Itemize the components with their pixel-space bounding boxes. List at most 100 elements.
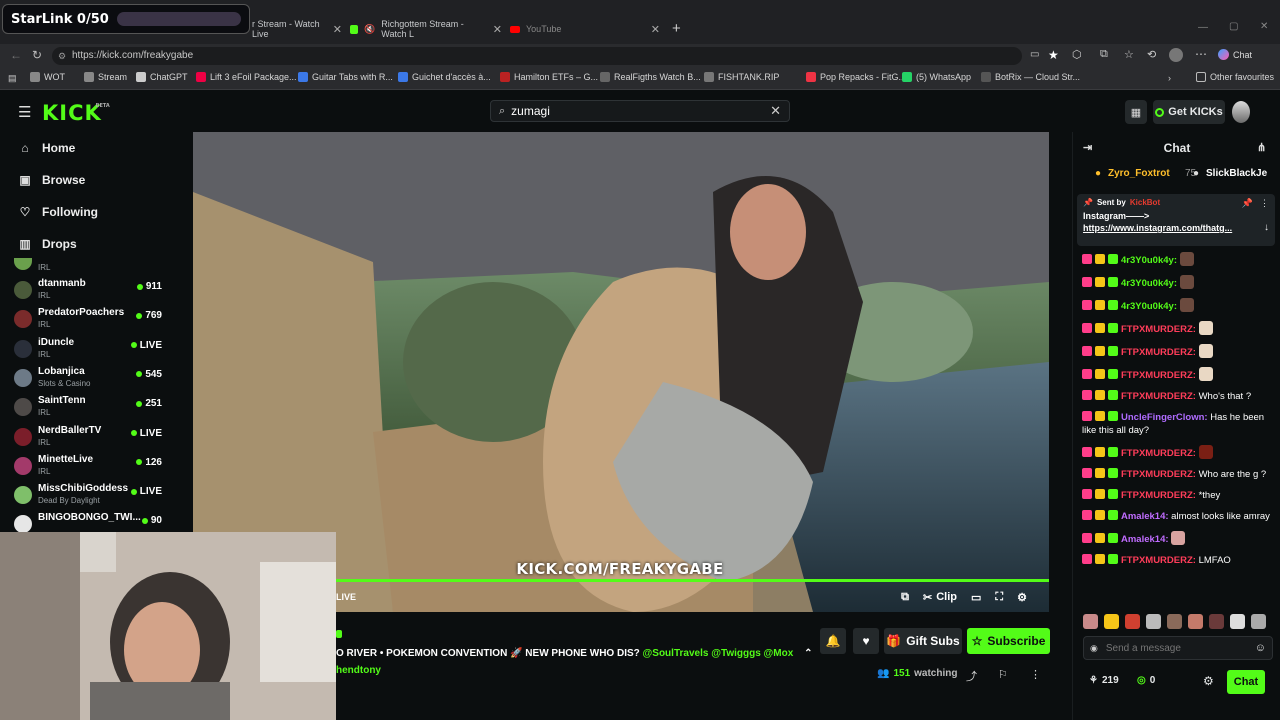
- favorites-icon[interactable]: ☆: [1124, 48, 1134, 61]
- gifter-name[interactable]: Zyro_Foxtrot: [1108, 168, 1170, 179]
- pip-icon[interactable]: ⧉: [901, 591, 909, 604]
- close-window-icon[interactable]: ✕: [1260, 21, 1268, 32]
- bookmark-item[interactable]: ChatGPT: [136, 72, 188, 82]
- chat-username[interactable]: UncleFingerClown:: [1121, 412, 1208, 423]
- chat-input-box[interactable]: ◉ ☺: [1083, 636, 1273, 660]
- quick-emote-icon[interactable]: [1188, 614, 1203, 629]
- chat-username[interactable]: 4r3Y0u0k4y:: [1121, 255, 1177, 266]
- pinned-link[interactable]: https://www.instagram.com/thatg...: [1083, 223, 1269, 233]
- favorite-star-icon[interactable]: ★: [1048, 48, 1059, 62]
- user-avatar[interactable]: [1232, 101, 1250, 123]
- bookmark-item[interactable]: (5) WhatsApp: [902, 72, 971, 82]
- new-tab-icon[interactable]: +: [672, 20, 681, 37]
- url-field[interactable]: ⚙ https://kick.com/freakygabe: [52, 47, 1022, 65]
- report-icon[interactable]: ⚐: [998, 668, 1008, 681]
- bookmark-item[interactable]: Pop Repacks - FitG...: [806, 72, 906, 82]
- chat-username[interactable]: FTPXMURDERZ:: [1121, 490, 1196, 501]
- quick-emote-icon[interactable]: [1251, 614, 1266, 629]
- site-info-icon[interactable]: ⚙: [58, 47, 66, 65]
- kicks-balance[interactable]: ◎ 0: [1137, 675, 1155, 686]
- chat-username[interactable]: FTPXMURDERZ:: [1121, 555, 1196, 566]
- chat-username[interactable]: FTPXMURDERZ:: [1121, 448, 1196, 459]
- sidebar-channel[interactable]: MinetteLive IRL 126: [14, 454, 164, 482]
- clear-search-icon[interactable]: ✕: [770, 103, 781, 119]
- gift-subs-button[interactable]: 🎁 Gift Subs: [884, 628, 962, 654]
- chat-username[interactable]: 4r3Y0u0k4y:: [1121, 278, 1177, 289]
- extensions-icon[interactable]: ⬡: [1072, 48, 1082, 61]
- profile-avatar[interactable]: [1169, 48, 1183, 62]
- menu-icon[interactable]: ☰: [18, 103, 31, 121]
- notifications-button[interactable]: 🔔: [820, 628, 846, 654]
- split-screen-icon[interactable]: ⧉: [1100, 48, 1108, 61]
- bookmark-item[interactable]: Hamilton ETFs – G...: [500, 72, 598, 82]
- chat-input[interactable]: [1105, 642, 1247, 654]
- kick-logo[interactable]: KICK BETA: [42, 101, 110, 125]
- expand-pinned-icon[interactable]: ↓: [1264, 222, 1269, 233]
- muted-icon[interactable]: 🔇: [364, 24, 375, 35]
- chat-users-icon[interactable]: ⋔: [1257, 141, 1266, 154]
- nav-home[interactable]: ⌂ Home: [18, 141, 75, 155]
- quick-emote-icon[interactable]: [1209, 614, 1224, 629]
- history-icon[interactable]: ⟲: [1147, 48, 1156, 61]
- more-options-icon[interactable]: ⋮: [1030, 668, 1041, 681]
- bookmark-item[interactable]: Guitar Tabs with R...: [298, 72, 393, 82]
- chat-settings-icon[interactable]: ⚙: [1203, 674, 1214, 688]
- pinned-sender-name[interactable]: KickBot: [1130, 198, 1160, 207]
- emote-picker-icon[interactable]: ◉: [1090, 643, 1098, 654]
- chat-username[interactable]: Amalek14:: [1121, 511, 1169, 522]
- chat-username[interactable]: FTPXMURDERZ:: [1121, 324, 1196, 335]
- dashboard-icon[interactable]: ▦: [1125, 100, 1147, 124]
- maximize-icon[interactable]: ▢: [1229, 21, 1238, 32]
- collapse-chat-icon[interactable]: ⇥: [1083, 141, 1092, 154]
- quick-emote-icon[interactable]: [1083, 614, 1098, 629]
- pinned-menu-icon[interactable]: ⋮: [1260, 198, 1269, 209]
- quick-emote-icon[interactable]: [1104, 614, 1119, 629]
- quick-emote-icon[interactable]: [1146, 614, 1161, 629]
- nav-following[interactable]: ♡ Following: [18, 205, 98, 219]
- back-icon[interactable]: ←: [10, 48, 22, 62]
- nav-browse[interactable]: ▣ Browse: [18, 173, 85, 187]
- sidebar-channel[interactable]: dtanmanb IRL 911: [14, 278, 164, 306]
- sidebar-channel[interactable]: PredatorPoachers IRL 769: [14, 307, 164, 335]
- get-kicks-button[interactable]: Get KICKs: [1153, 100, 1225, 124]
- follow-button[interactable]: ♥: [853, 628, 879, 654]
- bookmark-item[interactable]: RealFigths Watch B...: [600, 72, 701, 82]
- chevron-right-icon[interactable]: ›: [1168, 73, 1171, 83]
- nav-drops[interactable]: ▥ Drops: [18, 237, 76, 251]
- sidebar-channel[interactable]: MissChibiGoddess Dead By Daylight LIVE: [14, 483, 164, 511]
- theater-mode-icon[interactable]: ▭: [971, 591, 981, 604]
- channel-avatar[interactable]: [14, 258, 32, 270]
- browser-tab[interactable]: YouTube ✕: [510, 18, 660, 40]
- close-tab-icon[interactable]: ✕: [651, 23, 660, 36]
- sidebar-channel[interactable]: Lobanjica Slots & Casino 545: [14, 366, 164, 394]
- sidebar-channel[interactable]: NerdBallerTV IRL LIVE: [14, 425, 164, 453]
- other-favourites[interactable]: Other favourites: [1196, 72, 1274, 82]
- bookmark-item[interactable]: Guichet d'accès à...: [398, 72, 491, 82]
- channel-points[interactable]: ⚘ 219: [1089, 675, 1119, 686]
- browser-tab[interactable]: 🔇 Richgottem Stream - Watch L ✕: [350, 18, 502, 40]
- bookmark-item[interactable]: WOT: [30, 72, 65, 82]
- copilot-chat-button[interactable]: Chat: [1218, 49, 1252, 60]
- bookmark-item[interactable]: Lift 3 eFoil Package...: [196, 72, 297, 82]
- quick-emote-icon[interactable]: [1167, 614, 1182, 629]
- settings-icon[interactable]: ⚙: [1017, 591, 1027, 604]
- search-bar[interactable]: ⌕ ✕: [490, 100, 790, 122]
- chevron-up-icon[interactable]: ⌃: [804, 648, 812, 659]
- chat-username[interactable]: FTPXMURDERZ:: [1121, 347, 1196, 358]
- collections-icon[interactable]: ▤: [8, 73, 17, 84]
- bookmark-item[interactable]: BotRix — Cloud Str...: [981, 72, 1080, 82]
- close-tab-icon[interactable]: ✕: [493, 23, 502, 36]
- send-chat-button[interactable]: Chat: [1227, 670, 1265, 694]
- browser-tab[interactable]: r Stream - Watch Live ✕: [252, 18, 342, 40]
- install-icon[interactable]: ▭: [1030, 49, 1039, 60]
- close-tab-icon[interactable]: ✕: [333, 23, 342, 36]
- clip-button[interactable]: ✂ Clip: [923, 591, 957, 604]
- gifter-name[interactable]: SlickBlackJe: [1206, 168, 1267, 179]
- chat-username[interactable]: FTPXMURDERZ:: [1121, 469, 1196, 480]
- reload-icon[interactable]: ↻: [32, 48, 42, 62]
- quick-emote-icon[interactable]: [1230, 614, 1245, 629]
- more-menu-icon[interactable]: ⋯: [1195, 47, 1207, 61]
- fullscreen-icon[interactable]: ⛶: [995, 591, 1003, 604]
- smiley-icon[interactable]: ☺: [1255, 642, 1266, 654]
- chat-username[interactable]: FTPXMURDERZ:: [1121, 370, 1196, 381]
